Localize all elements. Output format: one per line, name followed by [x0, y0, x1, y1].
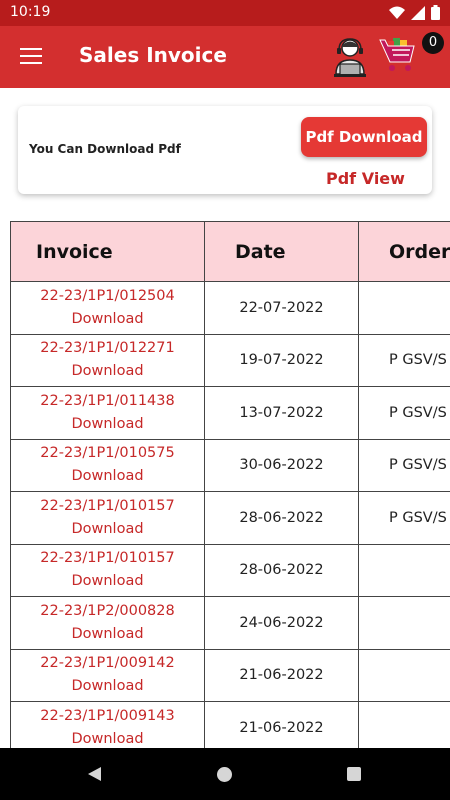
invoice-download-link[interactable]: Download [11, 413, 204, 436]
invoice-cell: 22-23/1P2/000828 Download [10, 596, 205, 650]
invoice-cell: 22-23/1P1/012504 Download [10, 281, 205, 335]
page-title: Sales Invoice [79, 43, 227, 67]
order-cell [358, 543, 450, 597]
pdf-card: You Can Download Pdf Pdf Download Pdf Vi… [18, 106, 432, 194]
table-header-row: Invoice Date Order [10, 221, 450, 282]
invoice-number: 22-23/1P1/009142 [40, 655, 175, 672]
table-row: 22-23/1P1/012504 Download 22-07-2022 [10, 281, 450, 335]
date-cell: 28-06-2022 [204, 543, 359, 597]
order-cell: P GSV/S [358, 438, 450, 492]
date-cell: 24-06-2022 [204, 596, 359, 650]
invoice-cell: 22-23/1P1/010157 Download [10, 491, 205, 545]
table-row: 22-23/1P1/010157 Download 28-06-2022 P GSV/… [10, 491, 450, 545]
invoice-cell: 22-23/1P1/012271 Download [10, 333, 205, 387]
status-icons [389, 5, 440, 20]
menu-icon[interactable] [20, 48, 42, 66]
invoice-number: 22-23/1P1/012504 [40, 287, 175, 304]
table-row: 22-23/1P1/009143 Download 21-06-2022 [10, 701, 450, 748]
column-header-date: Date [204, 221, 359, 282]
invoice-download-link[interactable]: Download [11, 308, 204, 331]
back-icon[interactable] [87, 766, 103, 782]
pdf-info-text: You Can Download Pdf [29, 142, 181, 156]
invoice-cell: 22-23/1P1/010575 Download [10, 438, 205, 492]
table-row: 22-23/1P1/012271 Download 19-07-2022 P GSV/… [10, 333, 450, 387]
date-cell: 21-06-2022 [204, 701, 359, 748]
status-bar: 10:19 [0, 0, 450, 26]
order-cell: P GSV/S [358, 333, 450, 387]
column-header-invoice: Invoice [10, 221, 205, 282]
invoice-cell: 22-23/1P1/009143 Download [10, 701, 205, 748]
app-bar: Sales Invoice 0 [0, 26, 450, 88]
invoice-download-link[interactable]: Download [11, 465, 204, 488]
invoice-download-link[interactable]: Download [11, 570, 204, 593]
wifi-icon [389, 6, 405, 19]
invoice-cell: 22-23/1P1/010157 Download [10, 543, 205, 597]
invoice-number: 22-23/1P1/010157 [40, 497, 175, 514]
invoice-download-link[interactable]: Download [11, 518, 204, 541]
table-row: 22-23/1P2/000828 Download 24-06-2022 [10, 596, 450, 650]
invoice-number: 22-23/1P1/009143 [40, 707, 175, 724]
order-cell [358, 596, 450, 650]
system-nav-bar [0, 748, 450, 800]
invoice-number: 22-23/1P1/010575 [40, 445, 175, 462]
order-cell [358, 648, 450, 702]
recents-icon[interactable] [347, 767, 361, 781]
date-cell: 30-06-2022 [204, 438, 359, 492]
invoice-number: 22-23/1P1/012271 [40, 340, 175, 357]
table-body: 22-23/1P1/012504 Download 22-07-2022 22-23/… [10, 281, 450, 748]
invoice-download-link[interactable]: Download [11, 623, 204, 646]
status-time: 10:19 [10, 4, 51, 20]
signal-icon [411, 5, 425, 20]
invoice-download-link[interactable]: Download [11, 675, 204, 698]
invoice-number: 22-23/1P1/011438 [40, 392, 175, 409]
date-cell: 21-06-2022 [204, 648, 359, 702]
table-row: 22-23/1P1/010157 Download 28-06-2022 [10, 543, 450, 597]
invoice-table[interactable]: Invoice Date Order 22-23/1P1/012504 Downl… [10, 221, 450, 748]
date-cell: 22-07-2022 [204, 281, 359, 335]
table-row: 22-23/1P1/009142 Download 21-06-2022 [10, 648, 450, 702]
invoice-download-link[interactable]: Download [11, 360, 204, 383]
order-cell: P GSV/S [358, 386, 450, 440]
date-cell: 13-07-2022 [204, 386, 359, 440]
pdf-download-button[interactable]: Pdf Download [301, 117, 427, 157]
battery-icon [431, 5, 440, 20]
pdf-view-link[interactable]: Pdf View [326, 169, 405, 188]
table-row: 22-23/1P1/010575 Download 30-06-2022 P GSV/… [10, 438, 450, 492]
invoice-number: 22-23/1P1/010157 [40, 550, 175, 567]
table-row: 22-23/1P1/011438 Download 13-07-2022 P GSV/… [10, 386, 450, 440]
date-cell: 19-07-2022 [204, 333, 359, 387]
invoice-cell: 22-23/1P1/009142 Download [10, 648, 205, 702]
invoice-download-link[interactable]: Download [11, 728, 204, 748]
shopping-cart-icon[interactable] [378, 36, 418, 76]
date-cell: 28-06-2022 [204, 491, 359, 545]
invoice-number: 22-23/1P2/000828 [40, 602, 175, 619]
order-cell: P GSV/S [358, 491, 450, 545]
invoice-cell: 22-23/1P1/011438 Download [10, 386, 205, 440]
home-icon[interactable] [217, 767, 232, 782]
column-header-order: Order [358, 221, 450, 282]
support-agent-icon[interactable] [330, 36, 370, 78]
cart-count-badge: 0 [422, 32, 444, 54]
order-cell [358, 701, 450, 748]
order-cell [358, 281, 450, 335]
